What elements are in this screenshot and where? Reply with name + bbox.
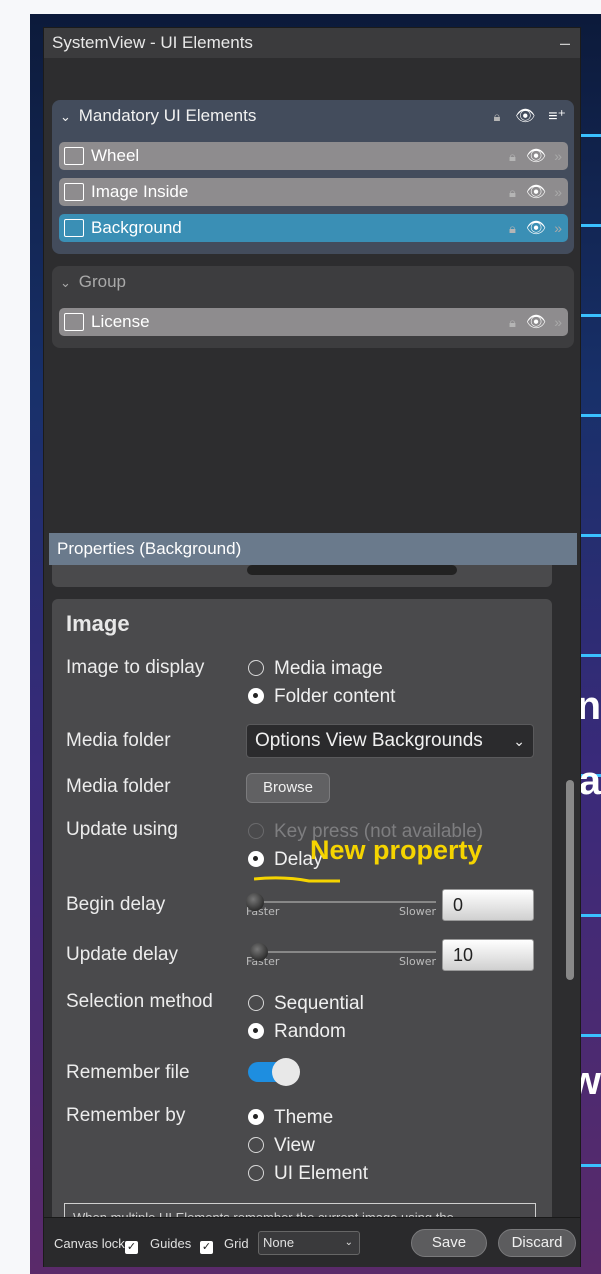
window-title: SystemView - UI Elements (52, 33, 253, 52)
radio-icon[interactable] (248, 995, 264, 1011)
list-item-background[interactable]: Background 🔒︎ 👁︎ » (59, 214, 568, 242)
radio-icon[interactable] (248, 1165, 264, 1181)
annotation-label: New property (310, 835, 483, 865)
properties-scrollbar[interactable] (566, 780, 574, 980)
minimize-button[interactable]: – (560, 28, 570, 58)
image-icon (64, 183, 84, 201)
image-section: Image Image to display Media image Folde… (52, 599, 552, 1217)
radio-ui-element[interactable]: UI Element (248, 1163, 368, 1185)
canvas-lock-label: Canvas lock (54, 1236, 125, 1251)
checkmark-icon: ✓ (200, 1241, 213, 1254)
begin-delay-input[interactable]: 0 (442, 889, 534, 921)
checkmark-icon: ✓ (125, 1241, 138, 1254)
radio-view[interactable]: View (248, 1135, 315, 1157)
chevron-down-icon[interactable]: ⌄ (60, 101, 74, 133)
chevron-right-icon[interactable]: » (554, 184, 562, 200)
properties-panel: Image Image to display Media image Folde… (44, 565, 580, 1217)
group-mandatory: ⌄ Mandatory UI Elements 🔒︎ 👁︎ ≡⁺ Wheel 🔒… (52, 100, 574, 254)
remember-by-label: Remember by (66, 1105, 186, 1126)
ui-elements-panel: ⌄ Mandatory UI Elements 🔒︎ 👁︎ ≡⁺ Wheel 🔒… (44, 58, 580, 553)
media-folder-select[interactable]: Options View Backgrounds ⌄ (246, 724, 534, 758)
slider-knob[interactable] (250, 943, 268, 961)
group-label: Mandatory UI Elements (78, 106, 257, 125)
list-item-image-inside[interactable]: Image Inside 🔒︎ 👁︎ » (59, 178, 568, 206)
radio-sequential[interactable]: Sequential (248, 993, 364, 1015)
update-delay-slider[interactable]: Faster Slower (246, 941, 436, 971)
update-delay-label: Update delay (66, 944, 178, 965)
eye-icon[interactable]: 👁︎ (526, 314, 546, 331)
image-icon (64, 219, 84, 237)
grid-select[interactable]: None ⌄ (258, 1231, 360, 1255)
chevron-right-icon[interactable]: » (554, 220, 562, 236)
grid-label: Grid (224, 1236, 249, 1251)
media-folder-label: Media folder (66, 730, 171, 751)
guides-label: Guides (150, 1236, 192, 1251)
wheel-icon (64, 147, 84, 165)
image-to-display-label: Image to display (66, 657, 205, 678)
radio-media-image[interactable]: Media image (248, 658, 383, 680)
radio-folder-content[interactable]: Folder content (248, 686, 395, 708)
list-item-license[interactable]: License 🔒︎ 👁︎ » (59, 308, 568, 336)
radio-icon[interactable] (248, 1023, 264, 1039)
radio-theme[interactable]: Theme (248, 1107, 333, 1129)
browse-button[interactable]: Browse (246, 773, 330, 803)
properties-header: Properties (Background) (49, 533, 577, 565)
radio-icon (248, 823, 264, 839)
slider-knob[interactable] (246, 893, 264, 911)
previous-section (52, 565, 552, 587)
discard-button[interactable]: Discard (498, 1229, 576, 1257)
begin-delay-slider[interactable]: Faster Slower (246, 891, 436, 921)
radio-random[interactable]: Random (248, 1021, 346, 1043)
media-folder-label: Media folder (66, 776, 171, 797)
chevron-down-icon: ⌄ (509, 725, 525, 757)
begin-delay-label: Begin delay (66, 894, 166, 915)
list-item-wheel[interactable]: Wheel 🔒︎ 👁︎ » (59, 142, 568, 170)
group-group: ⌄ Group License 🔒︎ 👁︎ » (52, 266, 574, 348)
lock-icon[interactable]: 🔒︎ (509, 315, 516, 330)
update-delay-input[interactable]: 10 (442, 939, 534, 971)
bottom-toolbar: Canvas lock ✓ Guides ✓ Grid None ⌄ Save … (44, 1217, 580, 1267)
add-element-icon[interactable]: ≡⁺ (548, 108, 566, 125)
list-item-label: Image Inside (91, 182, 189, 201)
radio-icon[interactable] (248, 1109, 264, 1125)
list-item-label: Background (91, 218, 182, 237)
section-title: Image (66, 611, 130, 636)
remember-file-toggle[interactable] (248, 1058, 304, 1086)
chevron-right-icon[interactable]: » (554, 314, 562, 330)
eye-icon[interactable]: 👁︎ (526, 220, 546, 237)
list-item-label: License (91, 312, 150, 331)
remember-file-label: Remember file (66, 1062, 190, 1083)
systemview-window: SystemView - UI Elements – ⌄ Mandatory U… (43, 27, 581, 1267)
save-button[interactable]: Save (411, 1229, 487, 1257)
chevron-down-icon: ⌄ (344, 1237, 353, 1248)
group-label: Group (78, 272, 126, 291)
eye-icon[interactable]: 👁︎ (526, 184, 546, 201)
radio-icon[interactable] (248, 688, 264, 704)
lock-icon[interactable]: 🔒︎ (494, 109, 501, 124)
radio-icon[interactable] (248, 660, 264, 676)
license-icon (64, 313, 84, 331)
chevron-right-icon[interactable]: » (554, 148, 562, 164)
guides-checkbox[interactable]: ✓ (200, 1236, 213, 1254)
radio-icon[interactable] (248, 851, 264, 867)
annotation-underline (254, 876, 340, 883)
group-header[interactable]: ⌄ Mandatory UI Elements 🔒︎ 👁︎ ≡⁺ (52, 100, 574, 132)
lock-icon[interactable]: 🔒︎ (509, 221, 516, 236)
group-header[interactable]: ⌄ Group (52, 266, 574, 298)
info-box: When multiple UI Elements remember the c… (64, 1203, 536, 1217)
update-using-label: Update using (66, 819, 178, 840)
background-text: a (578, 759, 601, 803)
eye-icon[interactable]: 👁︎ (515, 108, 535, 125)
window-titlebar[interactable]: SystemView - UI Elements – (44, 28, 580, 58)
lock-icon[interactable]: 🔒︎ (509, 185, 516, 200)
chevron-down-icon[interactable]: ⌄ (60, 267, 74, 299)
radio-icon[interactable] (248, 1137, 264, 1153)
lock-icon[interactable]: 🔒︎ (509, 149, 516, 164)
selection-method-label: Selection method (66, 991, 213, 1012)
eye-icon[interactable]: 👁︎ (526, 148, 546, 165)
list-item-label: Wheel (91, 146, 140, 165)
canvas-lock-checkbox[interactable]: ✓ (125, 1236, 138, 1254)
